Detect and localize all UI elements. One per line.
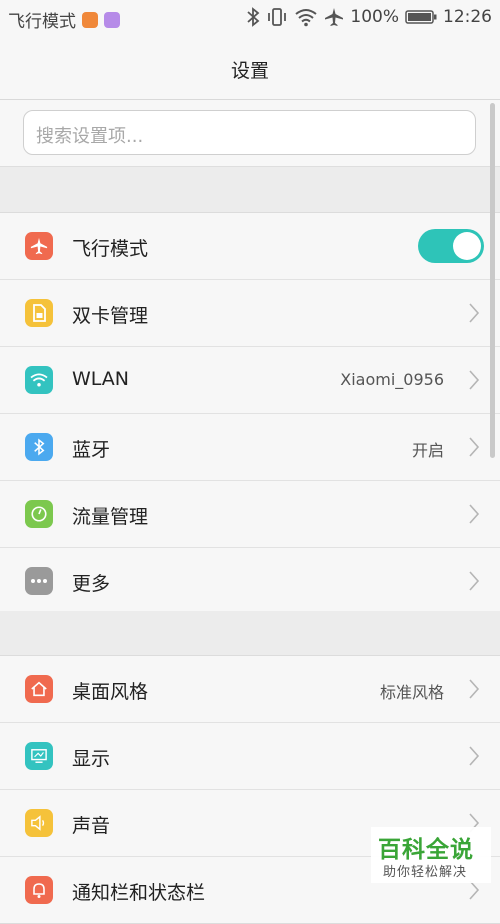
header: 设置 bbox=[0, 36, 500, 100]
chevron-right-icon bbox=[469, 571, 480, 591]
sound-icon bbox=[25, 809, 53, 837]
airplane-mode-toggle[interactable] bbox=[418, 229, 484, 263]
watermark-subtitle: 助你轻松解决 bbox=[383, 865, 468, 880]
settings-item-label: 显示 bbox=[72, 748, 111, 770]
status-bar: 飞行模式 100% 12:26 bbox=[0, 0, 500, 36]
settings-item-data-usage[interactable]: 流量管理 bbox=[0, 481, 500, 548]
page-title: 设置 bbox=[230, 60, 269, 82]
settings-item-label: 流量管理 bbox=[72, 506, 149, 528]
toggle-knob bbox=[453, 232, 481, 260]
settings-item-label: 通知栏和状态栏 bbox=[72, 882, 206, 904]
settings-group-personalization: 桌面风格 标准风格 显示 声音 通知栏和状态栏 bbox=[0, 655, 500, 924]
chevron-right-icon bbox=[469, 679, 480, 699]
settings-item-label: 蓝牙 bbox=[72, 439, 111, 461]
settings-item-wlan[interactable]: WLAN Xiaomi_0956 bbox=[0, 347, 500, 414]
home-icon bbox=[25, 675, 53, 703]
settings-item-label: 更多 bbox=[72, 573, 111, 595]
section-gap bbox=[0, 167, 500, 213]
settings-item-display[interactable]: 显示 bbox=[0, 723, 500, 790]
settings-item-label: 桌面风格 bbox=[72, 681, 149, 703]
bluetooth-icon bbox=[25, 433, 53, 461]
desktop-style-value: 标准风格 bbox=[379, 683, 444, 702]
search-section: 搜索设置项... bbox=[0, 100, 500, 167]
display-icon bbox=[25, 742, 53, 770]
gallery-notification-icon bbox=[104, 11, 120, 28]
section-gap bbox=[0, 611, 500, 655]
settings-item-airplane-mode[interactable]: 飞行模式 bbox=[0, 213, 500, 280]
watermark-title: 百科全说 bbox=[378, 837, 474, 863]
wifi-icon bbox=[25, 366, 53, 394]
bluetooth-status: 开启 bbox=[411, 441, 444, 460]
data-usage-icon bbox=[25, 500, 53, 528]
settings-item-label: 声音 bbox=[72, 815, 111, 837]
settings-item-label: WLAN bbox=[72, 368, 130, 390]
chevron-right-icon bbox=[469, 370, 480, 390]
settings-item-more[interactable]: 更多 bbox=[0, 548, 500, 614]
notification-icon bbox=[25, 876, 53, 904]
settings-item-label: 飞行模式 bbox=[72, 238, 149, 260]
bluetooth-status-icon bbox=[247, 7, 260, 27]
chevron-right-icon bbox=[469, 437, 480, 457]
airplane-status-icon bbox=[325, 8, 344, 26]
app-notification-icon bbox=[82, 11, 98, 28]
vibrate-icon bbox=[268, 8, 287, 26]
settings-group-network: 飞行模式 双卡管理 WLAN Xiaomi_0956 蓝牙 开启 流量管理 更多 bbox=[0, 212, 500, 615]
sim-card-icon bbox=[25, 299, 53, 327]
scrollbar[interactable] bbox=[490, 103, 495, 458]
wlan-network-name: Xiaomi_0956 bbox=[340, 370, 444, 389]
airplane-icon bbox=[25, 232, 53, 260]
search-input[interactable]: 搜索设置项... bbox=[23, 110, 476, 155]
wifi-status-icon bbox=[295, 9, 318, 27]
battery-icon bbox=[405, 10, 437, 24]
chevron-right-icon bbox=[469, 504, 480, 524]
battery-percentage: 100% bbox=[350, 7, 399, 27]
status-airplane-mode-text: 飞行模式 bbox=[8, 12, 76, 32]
settings-item-bluetooth[interactable]: 蓝牙 开启 bbox=[0, 414, 500, 481]
chevron-right-icon bbox=[469, 303, 480, 323]
settings-item-dual-sim[interactable]: 双卡管理 bbox=[0, 280, 500, 347]
status-time: 12:26 bbox=[443, 7, 492, 27]
settings-item-desktop-style[interactable]: 桌面风格 标准风格 bbox=[0, 656, 500, 723]
chevron-right-icon bbox=[469, 746, 480, 766]
watermark-logo: 百科全说 助你轻松解决 bbox=[371, 827, 491, 883]
settings-item-label: 双卡管理 bbox=[72, 305, 149, 327]
more-icon bbox=[25, 567, 53, 595]
